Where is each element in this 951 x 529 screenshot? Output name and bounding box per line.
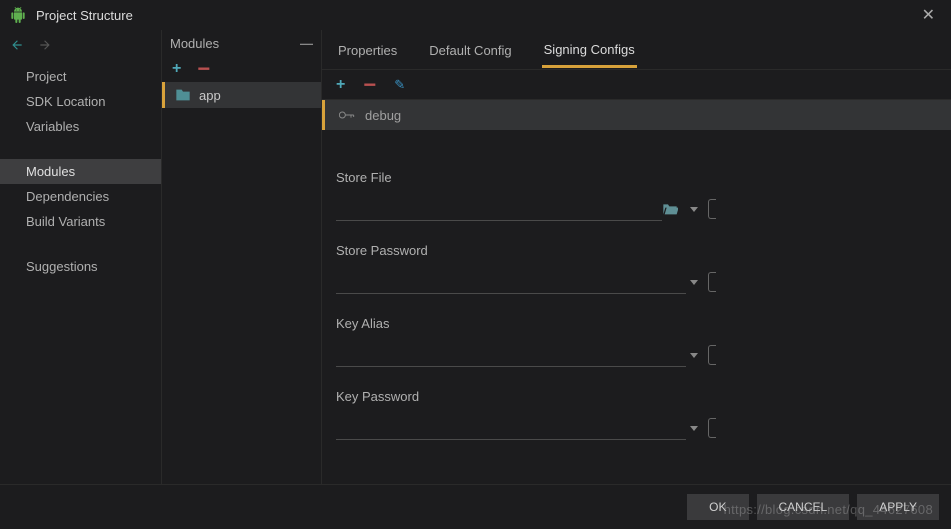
sidebar-item-variables[interactable]: Variables <box>0 114 161 139</box>
store-password-label: Store Password <box>336 243 937 258</box>
modules-panel: Modules — + − app <box>162 30 322 484</box>
sidebar-item-dependencies[interactable]: Dependencies <box>0 184 161 209</box>
note-marker-icon <box>708 418 716 438</box>
key-password-label: Key Password <box>336 389 937 404</box>
folder-icon <box>175 88 191 102</box>
remove-config-icon[interactable]: − <box>363 78 376 91</box>
edit-config-icon[interactable]: ✎ <box>394 77 405 93</box>
store-password-dropdown-icon[interactable] <box>690 280 698 285</box>
sidebar-item-suggestions[interactable]: Suggestions <box>0 254 161 279</box>
key-password-dropdown-icon[interactable] <box>690 426 698 431</box>
collapse-icon[interactable]: — <box>300 36 313 51</box>
back-arrow-icon[interactable] <box>10 38 24 52</box>
android-icon <box>10 7 26 23</box>
key-icon <box>339 110 355 120</box>
sidebar-item-modules[interactable]: Modules <box>0 159 161 184</box>
config-name: debug <box>365 108 401 123</box>
window-title: Project Structure <box>36 8 916 23</box>
content-area: Properties Default Config Signing Config… <box>322 30 951 484</box>
left-sidebar: Project SDK Location Variables Modules D… <box>0 30 162 484</box>
remove-module-icon[interactable]: − <box>197 62 210 75</box>
modules-header-label: Modules <box>170 36 219 51</box>
cancel-button[interactable]: CANCEL <box>757 494 850 520</box>
store-password-input[interactable] <box>336 270 686 294</box>
note-marker-icon <box>708 272 716 292</box>
tab-signing-configs[interactable]: Signing Configs <box>542 32 637 68</box>
note-marker-icon <box>708 199 716 219</box>
add-module-icon[interactable]: + <box>172 61 181 77</box>
sidebar-item-sdk-location[interactable]: SDK Location <box>0 89 161 114</box>
module-name: app <box>199 88 221 103</box>
close-icon[interactable]: ✕ <box>916 5 941 25</box>
key-alias-label: Key Alias <box>336 316 937 331</box>
sidebar-item-project[interactable]: Project <box>0 64 161 89</box>
ok-button[interactable]: OK <box>687 494 748 520</box>
tab-default-config[interactable]: Default Config <box>427 33 513 66</box>
key-password-input[interactable] <box>336 416 686 440</box>
forward-arrow-icon[interactable] <box>38 38 52 52</box>
sidebar-item-build-variants[interactable]: Build Variants <box>0 209 161 234</box>
add-config-icon[interactable]: + <box>336 77 345 93</box>
apply-button[interactable]: APPLY <box>857 494 939 520</box>
tab-properties[interactable]: Properties <box>336 33 399 66</box>
key-alias-input[interactable] <box>336 343 686 367</box>
browse-folder-icon[interactable] <box>662 202 678 216</box>
note-marker-icon <box>708 345 716 365</box>
store-file-label: Store File <box>336 170 937 185</box>
config-item-debug[interactable]: debug <box>322 100 951 130</box>
module-item-app[interactable]: app <box>162 82 321 108</box>
key-alias-dropdown-icon[interactable] <box>690 353 698 358</box>
store-file-input[interactable] <box>336 197 662 221</box>
store-file-dropdown-icon[interactable] <box>690 207 698 212</box>
